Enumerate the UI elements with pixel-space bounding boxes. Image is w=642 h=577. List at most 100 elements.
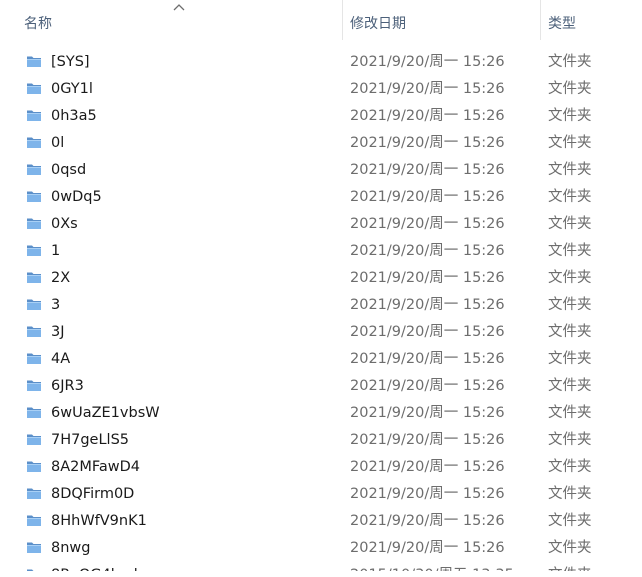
folder-icon <box>26 512 42 528</box>
file-name: 3J <box>51 324 65 340</box>
column-header-bar: 名称 修改日期 类型 <box>0 0 642 44</box>
file-date-modified: 2021/9/20/周一 15:26 <box>350 459 505 475</box>
folder-icon <box>26 188 42 204</box>
folder-icon <box>26 377 42 393</box>
file-type: 文件夹 <box>548 432 592 448</box>
file-name: 0h3a5 <box>51 108 97 124</box>
column-header-type[interactable]: 类型 <box>548 14 576 34</box>
folder-icon <box>26 296 42 312</box>
file-row[interactable]: 0l 2021/9/20/周一 15:26 文件夹 <box>0 129 642 156</box>
file-date-modified: 2021/9/20/周一 15:26 <box>350 486 505 502</box>
file-type: 文件夹 <box>548 405 592 421</box>
file-date-modified: 2021/9/20/周一 15:26 <box>350 270 505 286</box>
column-divider[interactable] <box>342 0 343 40</box>
file-date-modified: 2021/9/20/周一 15:26 <box>350 189 505 205</box>
file-date-modified: 2021/9/20/周一 15:26 <box>350 432 505 448</box>
file-name: 8A2MFawD4 <box>51 459 141 475</box>
folder-icon <box>26 323 42 339</box>
file-name: 8nwg <box>51 540 91 556</box>
file-type: 文件夹 <box>548 243 592 259</box>
file-row[interactable]: 0h3a5 2021/9/20/周一 15:26 文件夹 <box>0 102 642 129</box>
file-row[interactable]: 0qsd 2021/9/20/周一 15:26 文件夹 <box>0 156 642 183</box>
file-type: 文件夹 <box>548 324 592 340</box>
file-type: 文件夹 <box>548 189 592 205</box>
folder-icon <box>26 80 42 96</box>
file-date-modified: 2021/9/20/周一 15:26 <box>350 513 505 529</box>
file-type: 文件夹 <box>548 378 592 394</box>
file-row[interactable]: 0wDq5 2021/9/20/周一 15:26 文件夹 <box>0 183 642 210</box>
column-header-date-modified[interactable]: 修改日期 <box>350 14 406 34</box>
file-date-modified: 2021/9/20/周一 15:26 <box>350 378 505 394</box>
file-row[interactable]: 2X 2021/9/20/周一 15:26 文件夹 <box>0 264 642 291</box>
file-type: 文件夹 <box>548 513 592 529</box>
file-type: 文件夹 <box>548 540 592 556</box>
file-name: 0GY1l <box>51 81 93 97</box>
file-type: 文件夹 <box>548 459 592 475</box>
file-row[interactable]: 3 2021/9/20/周一 15:26 文件夹 <box>0 291 642 318</box>
file-row[interactable]: 6wUaZE1vbsW 2021/9/20/周一 15:26 文件夹 <box>0 399 642 426</box>
file-date-modified: 2021/9/20/周一 15:26 <box>350 108 505 124</box>
file-date-modified: 2021/9/20/周一 15:26 <box>350 243 505 259</box>
file-name: 6JR3 <box>51 378 84 394</box>
file-date-modified: 2021/9/20/周一 15:26 <box>350 324 505 340</box>
file-name: 7H7geLlS5 <box>51 432 130 448</box>
folder-icon <box>26 107 42 123</box>
file-row[interactable]: 8RxOG4hyd 2015/10/30/周五 13:35 文件夹 <box>0 561 642 571</box>
file-date-modified: 2015/10/30/周五 13:35 <box>350 565 514 571</box>
folder-icon <box>26 269 42 285</box>
file-row[interactable]: 0Xs 2021/9/20/周一 15:26 文件夹 <box>0 210 642 237</box>
file-date-modified: 2021/9/20/周一 15:26 <box>350 81 505 97</box>
folder-icon <box>26 242 42 258</box>
file-date-modified: 2021/9/20/周一 15:26 <box>350 135 505 151</box>
file-date-modified: 2021/9/20/周一 15:26 <box>350 540 505 556</box>
folder-icon <box>26 539 42 555</box>
file-type: 文件夹 <box>548 54 592 70</box>
folder-icon <box>26 485 42 501</box>
file-row[interactable]: 3J 2021/9/20/周一 15:26 文件夹 <box>0 318 642 345</box>
file-name: 3 <box>51 297 61 313</box>
file-name: 8HhWfV9nK1 <box>51 513 147 529</box>
file-name: 0l <box>51 135 65 151</box>
file-type: 文件夹 <box>548 351 592 367</box>
folder-icon <box>26 566 42 571</box>
file-row[interactable]: 7H7geLlS5 2021/9/20/周一 15:26 文件夹 <box>0 426 642 453</box>
file-row[interactable]: 8HhWfV9nK1 2021/9/20/周一 15:26 文件夹 <box>0 507 642 534</box>
file-name: 6wUaZE1vbsW <box>51 405 160 421</box>
file-type: 文件夹 <box>548 297 592 313</box>
file-name: 2X <box>51 270 71 286</box>
file-row[interactable]: [SYS] 2021/9/20/周一 15:26 文件夹 <box>0 48 642 75</box>
file-row[interactable]: 8DQFirm0D 2021/9/20/周一 15:26 文件夹 <box>0 480 642 507</box>
file-type: 文件夹 <box>548 565 592 571</box>
column-divider[interactable] <box>540 0 541 40</box>
folder-icon <box>26 215 42 231</box>
file-name: 1 <box>51 243 61 259</box>
file-date-modified: 2021/9/20/周一 15:26 <box>350 351 505 367</box>
file-name: 0wDq5 <box>51 189 102 205</box>
folder-icon <box>26 350 42 366</box>
folder-icon <box>26 404 42 420</box>
file-type: 文件夹 <box>548 108 592 124</box>
file-row[interactable]: 1 2021/9/20/周一 15:26 文件夹 <box>0 237 642 264</box>
folder-icon <box>26 431 42 447</box>
file-type: 文件夹 <box>548 486 592 502</box>
sort-ascending-icon[interactable] <box>172 2 186 12</box>
folder-icon <box>26 458 42 474</box>
file-row[interactable]: 4A 2021/9/20/周一 15:26 文件夹 <box>0 345 642 372</box>
file-row[interactable]: 8A2MFawD4 2021/9/20/周一 15:26 文件夹 <box>0 453 642 480</box>
file-date-modified: 2021/9/20/周一 15:26 <box>350 297 505 313</box>
folder-icon <box>26 161 42 177</box>
file-type: 文件夹 <box>548 270 592 286</box>
file-row[interactable]: 8nwg 2021/9/20/周一 15:26 文件夹 <box>0 534 642 561</box>
file-type: 文件夹 <box>548 216 592 232</box>
file-name: 4A <box>51 351 71 367</box>
file-type: 文件夹 <box>548 162 592 178</box>
file-date-modified: 2021/9/20/周一 15:26 <box>350 405 505 421</box>
folder-icon <box>26 53 42 69</box>
column-header-name[interactable]: 名称 <box>24 14 52 34</box>
file-name: [SYS] <box>51 54 90 70</box>
file-row[interactable]: 6JR3 2021/9/20/周一 15:26 文件夹 <box>0 372 642 399</box>
folder-icon <box>26 134 42 150</box>
file-row[interactable]: 0GY1l 2021/9/20/周一 15:26 文件夹 <box>0 75 642 102</box>
file-date-modified: 2021/9/20/周一 15:26 <box>350 162 505 178</box>
file-name: 8DQFirm0D <box>51 486 135 502</box>
